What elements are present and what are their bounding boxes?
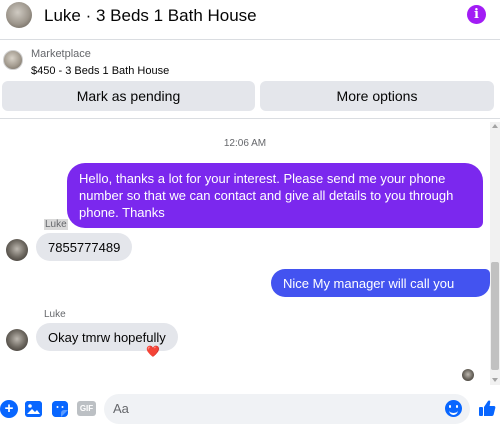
info-icon[interactable]: i [467, 5, 486, 24]
message-bubble-outgoing[interactable]: Nice My manager will call you soon [271, 269, 490, 308]
message-sender-name: Luke [44, 309, 66, 320]
marketplace-label: Marketplace [31, 48, 91, 60]
gif-icon[interactable]: GIF [77, 401, 96, 416]
scrollbar-thumb[interactable] [491, 262, 499, 370]
marketplace-listing[interactable]: Marketplace $450 - 3 Beds 1 Bath House [0, 40, 500, 80]
message-bubble-outgoing[interactable]: Hello, thanks a lot for your interest. P… [67, 163, 483, 228]
message-bubble-incoming[interactable]: 7855777489 [36, 233, 133, 261]
like-icon[interactable] [478, 399, 496, 417]
sender-avatar[interactable] [6, 329, 28, 351]
listing-title: $450 - 3 Beds 1 Bath House [31, 65, 170, 77]
sticker-icon[interactable] [52, 401, 68, 417]
message-sender-name: Luke [44, 219, 68, 230]
listing-thumbnail [3, 50, 23, 70]
heart-reaction-icon[interactable]: ❤️ [146, 346, 160, 358]
conversation-title[interactable]: Luke · 3 Beds 1 Bath House [44, 6, 257, 26]
contact-avatar[interactable] [6, 2, 32, 28]
conversation-header: Luke · 3 Beds 1 Bath House i [0, 0, 500, 34]
message-thread: 12:06 AM Hello, thanks a lot for your in… [0, 122, 490, 385]
plus-icon[interactable]: + [0, 400, 18, 418]
scroll-down-arrow-icon[interactable] [492, 378, 498, 382]
actions-divider [0, 118, 500, 119]
sender-avatar[interactable] [6, 239, 28, 261]
message-input[interactable]: Aa [104, 394, 470, 424]
emoji-icon[interactable] [445, 400, 462, 417]
seen-receipt-avatar [462, 369, 474, 381]
photo-icon[interactable] [25, 401, 42, 417]
scroll-up-arrow-icon[interactable] [492, 124, 498, 128]
message-timestamp: 12:06 AM [223, 138, 267, 149]
mark-as-pending-button[interactable]: Mark as pending [2, 81, 255, 111]
message-composer: + GIF Aa [0, 390, 500, 430]
more-options-button[interactable]: More options [260, 81, 494, 111]
